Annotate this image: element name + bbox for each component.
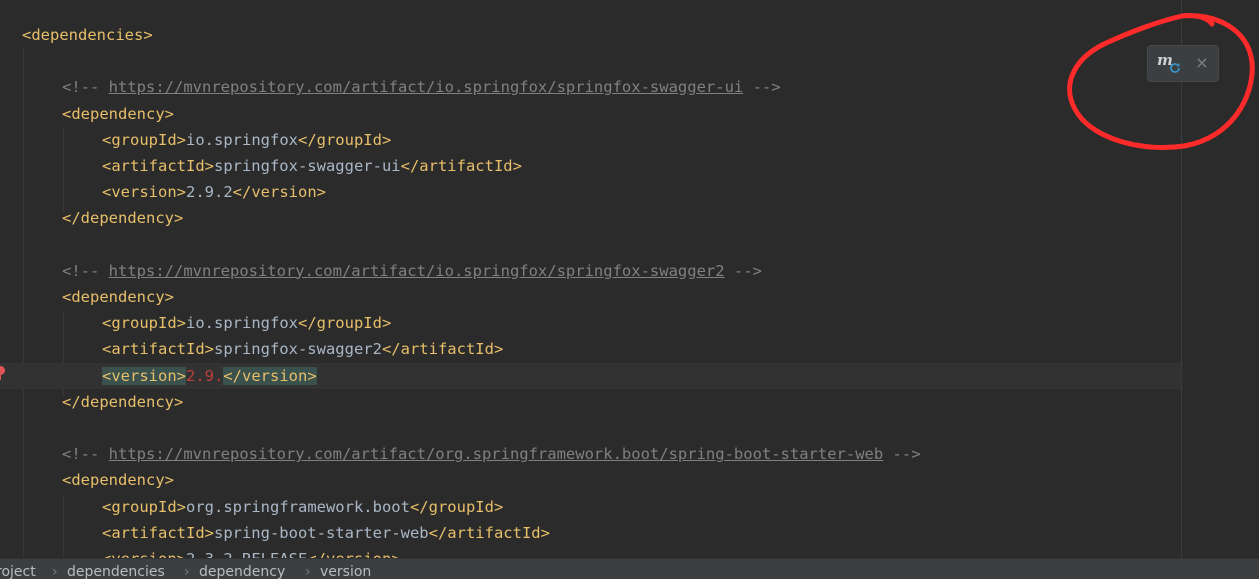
breadcrumb-item-dependencies[interactable]: dependencies [67,562,165,579]
xml-tag: </dependency> [62,209,184,228]
xml-tag: </artifactId> [400,157,522,175]
xml-tag: </artifactId> [428,523,550,542]
indent-guide [63,128,64,212]
xml-comment: --> [724,261,762,280]
xml-tag: <groupId> [102,497,186,516]
breadcrumb-item-version[interactable]: version [320,562,371,579]
breadcrumb-item-dependency[interactable]: dependency [199,562,285,579]
xml-text: spring-boot-starter-web [213,523,429,542]
breadcrumb-separator: › [184,564,190,579]
xml-text: 2.9.2 [186,183,233,202]
breadcrumb-separator: › [305,564,311,579]
xml-tag-matched: <version> [102,366,186,385]
xml-tag: <dependency> [62,288,174,306]
breadcrumb-item-project[interactable]: roject [0,562,36,579]
comment-link[interactable]: https://mvnrepository.com/artifact/io.sp… [109,262,725,280]
xml-tag: <dependency> [62,471,174,490]
xml-comment: <!-- [62,445,109,464]
comment-link[interactable]: https://mvnrepository.com/artifact/org.s… [109,445,884,463]
comment-link[interactable]: https://mvnrepository.com/artifact/io.sp… [109,78,744,96]
code-line-current[interactable]: <version>2.9.</version> [0,362,1181,389]
xml-tag: </version> [307,550,400,558]
xml-tag: <dependencies> [22,26,153,44]
breadcrumb-separator: › [52,564,58,579]
xml-tag: <groupId> [102,130,186,149]
xml-tag: </dependency> [62,392,184,411]
xml-tag: <artifactId> [102,157,214,175]
indent-guide [63,495,64,558]
xml-tag: </version> [232,183,326,202]
xml-text: springfox-swagger-ui [213,157,401,175]
xml-tag: </artifactId> [381,340,504,359]
xml-tag: </groupId> [409,497,504,516]
xml-tag: <version> [102,183,186,202]
breadcrumb: roject › dependencies › dependency › ver… [0,558,1259,579]
xml-text: 2.3.2.RELEASE [186,550,307,558]
xml-comment: --> [743,78,781,97]
red-circle-annotation [1067,13,1255,151]
indent-guide [23,48,24,558]
xml-comment: <!-- [62,261,109,280]
xml-tag: </groupId> [297,130,392,149]
xml-comment: <!-- [62,78,109,97]
xml-text: org.springframework.boot [186,497,410,516]
xml-tag: <version> [102,550,186,558]
xml-error-text: 2.9. [186,366,224,385]
xml-comment: --> [883,445,921,464]
xml-text: io.springfox [186,130,298,149]
xml-tag: </groupId> [297,314,392,333]
xml-text: springfox-swagger2 [213,340,382,359]
xml-text: io.springfox [186,314,298,333]
xml-tag-matched: </version> [223,366,317,385]
xml-tag: <dependency> [62,104,174,123]
xml-tag: <artifactId> [102,340,214,359]
xml-tag: <artifactId> [102,523,214,542]
xml-tag: <groupId> [102,314,186,333]
